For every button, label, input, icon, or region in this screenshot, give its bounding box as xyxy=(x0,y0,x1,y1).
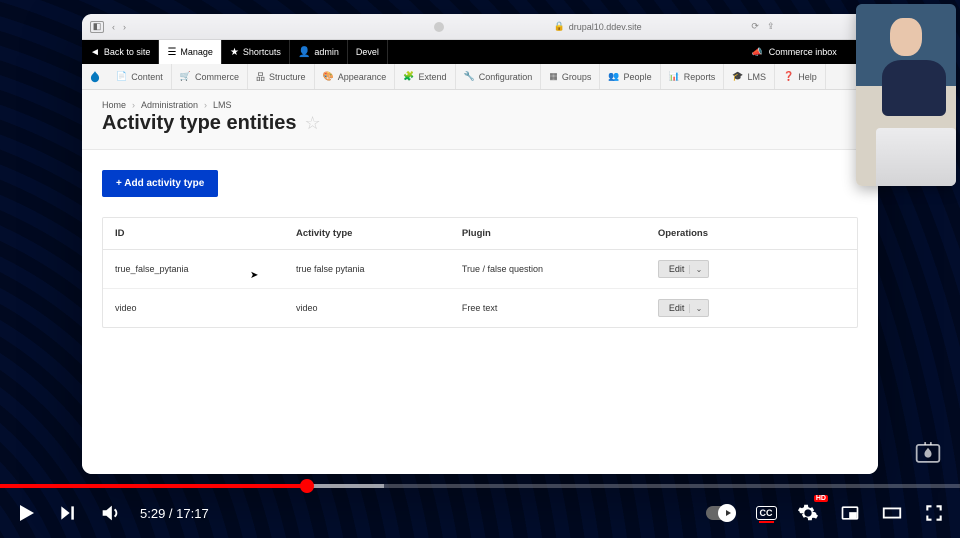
brush-icon: 🎨 xyxy=(323,71,334,82)
help-icon: ❓ xyxy=(783,71,794,82)
shield-icon[interactable] xyxy=(434,22,444,32)
chevron-down-icon[interactable]: ⌄ xyxy=(689,265,703,274)
lock-icon: 🔒 xyxy=(554,21,565,32)
nav-structure[interactable]: 品Structure xyxy=(248,64,315,89)
subtitles-button[interactable]: CC xyxy=(754,501,778,525)
grad-icon: 🎓 xyxy=(732,71,743,82)
favorite-star-icon[interactable]: ☆ xyxy=(305,113,321,134)
table-row: video video Free text Edit⌄ xyxy=(103,289,857,328)
autoplay-toggle[interactable] xyxy=(706,506,736,520)
shortcuts-button[interactable]: ★Shortcuts xyxy=(222,40,290,64)
cell-id: true_false_pytania xyxy=(103,250,284,289)
next-button[interactable] xyxy=(56,501,80,525)
puzzle-icon: 🧩 xyxy=(403,71,414,82)
nav-groups[interactable]: ▦Groups xyxy=(541,64,600,89)
nav-configuration[interactable]: 🔧Configuration xyxy=(456,64,542,89)
groups-icon: ▦ xyxy=(549,71,558,82)
cell-type: true false pytania xyxy=(284,250,450,289)
chart-icon: 📊 xyxy=(669,71,680,82)
url-text: drupal10.ddev.site xyxy=(569,22,642,32)
miniplayer-button[interactable] xyxy=(838,501,862,525)
fullscreen-button[interactable] xyxy=(922,501,946,525)
webcam-overlay xyxy=(856,4,956,186)
title-bar: Activity type entities ☆ xyxy=(82,112,878,150)
page-title: Activity type entities xyxy=(102,112,297,135)
hd-badge: HD xyxy=(814,495,828,502)
share-icon[interactable]: ⇪ xyxy=(767,21,775,32)
nav-appearance[interactable]: 🎨Appearance xyxy=(315,64,396,89)
cart-icon: 🛒 xyxy=(180,71,191,82)
nav-extend[interactable]: 🧩Extend xyxy=(395,64,455,89)
nav-commerce[interactable]: 🛒Commerce xyxy=(172,64,248,89)
browser-chrome: ◧ ‹ › 🔒 drupal10.ddev.site ⟳ ⇪ xyxy=(82,14,878,40)
drupal-admin-bar: ◄Back to site ☰Manage ★Shortcuts 👤admin … xyxy=(82,40,878,64)
drupal-drop-watermark-icon xyxy=(908,432,948,472)
add-activity-type-button[interactable]: + Add activity type xyxy=(102,170,218,197)
chevron-down-icon[interactable]: ⌄ xyxy=(689,304,703,313)
volume-button[interactable] xyxy=(98,501,122,525)
browser-window: ◧ ‹ › 🔒 drupal10.ddev.site ⟳ ⇪ ◄Back to … xyxy=(82,14,878,474)
nav-people[interactable]: 👥People xyxy=(600,64,660,89)
nav-fwd-icon[interactable]: › xyxy=(123,22,126,32)
bc-lms[interactable]: LMS xyxy=(213,100,232,110)
play-button[interactable] xyxy=(14,501,38,525)
cell-plugin: Free text xyxy=(450,289,646,328)
th-id: ID xyxy=(103,218,284,250)
megaphone-icon: 📣 xyxy=(752,47,763,58)
nav-back-icon[interactable]: ‹ xyxy=(112,22,115,32)
cell-id: video xyxy=(103,289,284,328)
video-time: 5:29 / 17:17 xyxy=(140,506,209,521)
back-to-site-button[interactable]: ◄Back to site xyxy=(82,40,159,64)
structure-icon: 品 xyxy=(256,70,265,83)
manage-button[interactable]: ☰Manage xyxy=(159,40,222,64)
th-plugin: Plugin xyxy=(450,218,646,250)
breadcrumb: Home› Administration› LMS xyxy=(82,90,878,112)
commerce-inbox-button[interactable]: 📣Commerce inbox xyxy=(742,40,847,64)
reload-icon[interactable]: ⟳ xyxy=(751,21,759,32)
address-bar[interactable]: 🔒 drupal10.ddev.site xyxy=(452,21,744,32)
nav-lms[interactable]: 🎓LMS xyxy=(724,64,775,89)
bc-admin[interactable]: Administration xyxy=(141,100,198,110)
cell-type: video xyxy=(284,289,450,328)
star-icon: ★ xyxy=(230,47,239,58)
file-icon: 📄 xyxy=(116,71,127,82)
page-content: Home› Administration› LMS Activity type … xyxy=(82,90,878,474)
people-icon: 👥 xyxy=(608,71,619,82)
nav-reports[interactable]: 📊Reports xyxy=(661,64,725,89)
admin-user-button[interactable]: 👤admin xyxy=(290,40,348,64)
video-controls: 5:29 / 17:17 CC HD xyxy=(0,488,960,538)
settings-button[interactable]: HD xyxy=(796,501,820,525)
nav-content[interactable]: 📄Content xyxy=(108,64,172,89)
drupal-logo-icon[interactable] xyxy=(82,64,108,89)
activity-types-table: ID Activity type Plugin Operations true_… xyxy=(102,217,858,328)
cell-plugin: True / false question xyxy=(450,250,646,289)
drupal-nav-toolbar: 📄Content 🛒Commerce 品Structure 🎨Appearanc… xyxy=(82,64,878,90)
wrench-icon: 🔧 xyxy=(464,71,475,82)
bc-home[interactable]: Home xyxy=(102,100,126,110)
back-icon: ◄ xyxy=(90,47,100,58)
user-icon: 👤 xyxy=(298,47,310,58)
devel-button[interactable]: Devel xyxy=(348,40,388,64)
table-row: true_false_pytania true false pytania Tr… xyxy=(103,250,857,289)
th-operations: Operations xyxy=(646,218,857,250)
th-activity-type: Activity type xyxy=(284,218,450,250)
theater-button[interactable] xyxy=(880,501,904,525)
edit-button[interactable]: Edit⌄ xyxy=(658,260,710,278)
nav-help[interactable]: ❓Help xyxy=(775,64,826,89)
cursor-icon: ➤ xyxy=(250,270,258,281)
hamburger-icon: ☰ xyxy=(167,47,176,58)
edit-button[interactable]: Edit⌄ xyxy=(658,299,710,317)
sidebar-toggle-icon[interactable]: ◧ xyxy=(90,21,104,33)
